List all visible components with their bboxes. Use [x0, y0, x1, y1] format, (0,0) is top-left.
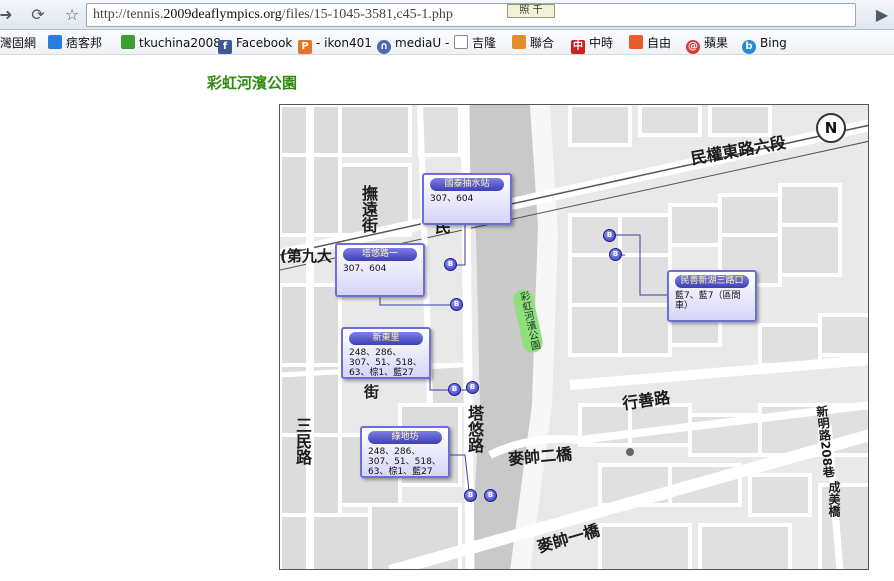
- ltn-icon: [629, 35, 643, 49]
- bus-stop-pin-icon[interactable]: B: [603, 229, 616, 242]
- stop-routes: 307、604: [343, 264, 387, 274]
- address-bar[interactable]: http://tennis.2009deaflympics.org/files/…: [86, 3, 856, 27]
- street-sanmin: 三民路: [293, 417, 312, 465]
- facebook-icon: f: [218, 40, 232, 54]
- back-arrow-icon[interactable]: ➜: [0, 3, 18, 27]
- bookmark-item[interactable]: tkuchina2008: [121, 34, 221, 52]
- stop-name: 塔悠路一: [343, 248, 417, 261]
- route-map: 彩虹河濱公園 民權東路六段 撫遠街 民 (第九大 街 三民路 塔悠路 麥帥二橋 …: [279, 104, 869, 570]
- page-icon: [454, 35, 468, 49]
- bookmark-item[interactable]: ∩ mediaU -: [377, 34, 450, 54]
- bus-stop-pin-icon[interactable]: B: [609, 248, 622, 261]
- stop-routes: 248、286、307、51、518、63、棕1、藍27: [349, 348, 422, 378]
- bookmarks-bar: 灣固網 痞客邦 tkuchina2008 f Facebook P - ikon40…: [0, 31, 894, 55]
- bookmark-label: 蘋果: [704, 36, 729, 50]
- street-jie: 街: [364, 383, 380, 401]
- url-tooltip: 照 千: [507, 4, 555, 18]
- stop-routes: 248、286、307、51、518、63、棕1、藍27: [368, 447, 441, 477]
- reload-icon[interactable]: ⟳: [26, 3, 50, 27]
- bus-stop-pin-icon[interactable]: B: [466, 381, 479, 394]
- stop-routes: 307、604: [430, 194, 474, 204]
- browser-toolbar: ➜ ⟳ ☆ http://tennis.2009deaflympics.org/…: [0, 0, 894, 30]
- page-menu-icon[interactable]: ▶: [870, 3, 894, 27]
- stop-routes: 藍7、藍7（區間車）: [675, 291, 741, 311]
- bing-icon: b: [742, 40, 756, 54]
- bus-stop-callout[interactable]: 國泰抽水站 307、604: [422, 173, 512, 225]
- stop-name: 國泰抽水站: [430, 178, 504, 191]
- bookmark-item[interactable]: 灣固網: [0, 34, 36, 52]
- bookmark-label: 灣固網: [0, 36, 37, 50]
- bookmark-label: 吉隆: [472, 36, 497, 50]
- bus-stop-pin-icon[interactable]: B: [484, 489, 497, 502]
- chinatimes-icon: 中: [571, 40, 585, 54]
- bus-stop-pin-icon[interactable]: B: [448, 383, 461, 396]
- bookmark-label: 中時: [589, 36, 614, 50]
- bookmark-item[interactable]: b Bing: [742, 34, 787, 54]
- bus-stop-callout[interactable]: 民善新湖三路口 藍7、藍7（區間車）: [667, 270, 757, 322]
- bus-stop-pin-icon[interactable]: B: [464, 489, 477, 502]
- bookmark-item[interactable]: 中中時: [571, 34, 614, 54]
- bookmark-label: mediaU -: [395, 36, 450, 50]
- bus-stop-callout[interactable]: 新東里 248、286、307、51、518、63、棕1、藍27: [341, 327, 431, 379]
- bookmark-item[interactable]: P - ikon401: [298, 34, 372, 54]
- star-icon[interactable]: ☆: [60, 3, 84, 27]
- bookmark-label: 自由: [647, 36, 672, 50]
- bookmark-item[interactable]: f Facebook: [218, 34, 293, 54]
- street-fuyuan: 撫遠街: [359, 185, 378, 233]
- apple-daily-icon: @: [686, 40, 700, 54]
- p-icon: P: [298, 40, 312, 54]
- street-tayou: 塔悠路: [465, 405, 484, 453]
- bus-stop-pin-icon[interactable]: B: [444, 258, 457, 271]
- bookmark-item[interactable]: 聯合: [512, 34, 554, 52]
- bookmark-item[interactable]: 痞客邦: [48, 34, 102, 52]
- bus-stop-callout[interactable]: 綠地坊 248、286、307、51、518、63、棕1、藍27: [360, 426, 450, 478]
- bookmark-label: 痞客邦: [66, 36, 103, 50]
- bookmark-item[interactable]: @ 蘋果: [686, 34, 729, 54]
- headphones-icon: ∩: [377, 40, 391, 54]
- url-text: http://tennis.2009deaflympics.org/files/…: [93, 7, 453, 22]
- chat-icon: [48, 35, 62, 49]
- stop-name: 新東里: [349, 332, 423, 345]
- bus-stop-callout[interactable]: 塔悠路一 307、604: [335, 243, 425, 297]
- stop-name: 綠地坊: [368, 431, 442, 444]
- page-title: 彩虹河濱公園: [207, 74, 298, 92]
- bookmark-label: Facebook: [236, 36, 293, 50]
- bookmark-label: 聯合: [530, 36, 555, 50]
- bookmark-label: tkuchina2008: [139, 36, 221, 50]
- bus-stop-pin-icon[interactable]: B: [450, 298, 463, 311]
- udn-icon: [512, 35, 526, 49]
- bookmark-label: Bing: [760, 36, 787, 50]
- street-ninth: (第九大: [280, 247, 332, 265]
- street-chengmei: 成美橋: [827, 481, 841, 517]
- bookmark-item[interactable]: 自由: [629, 34, 671, 52]
- north-arrow-icon: N: [816, 113, 846, 143]
- folder-icon: [121, 35, 135, 49]
- bookmark-item[interactable]: 吉隆: [454, 34, 496, 52]
- bookmark-label: - ikon401: [316, 36, 372, 50]
- stop-name: 民善新湖三路口: [675, 275, 749, 288]
